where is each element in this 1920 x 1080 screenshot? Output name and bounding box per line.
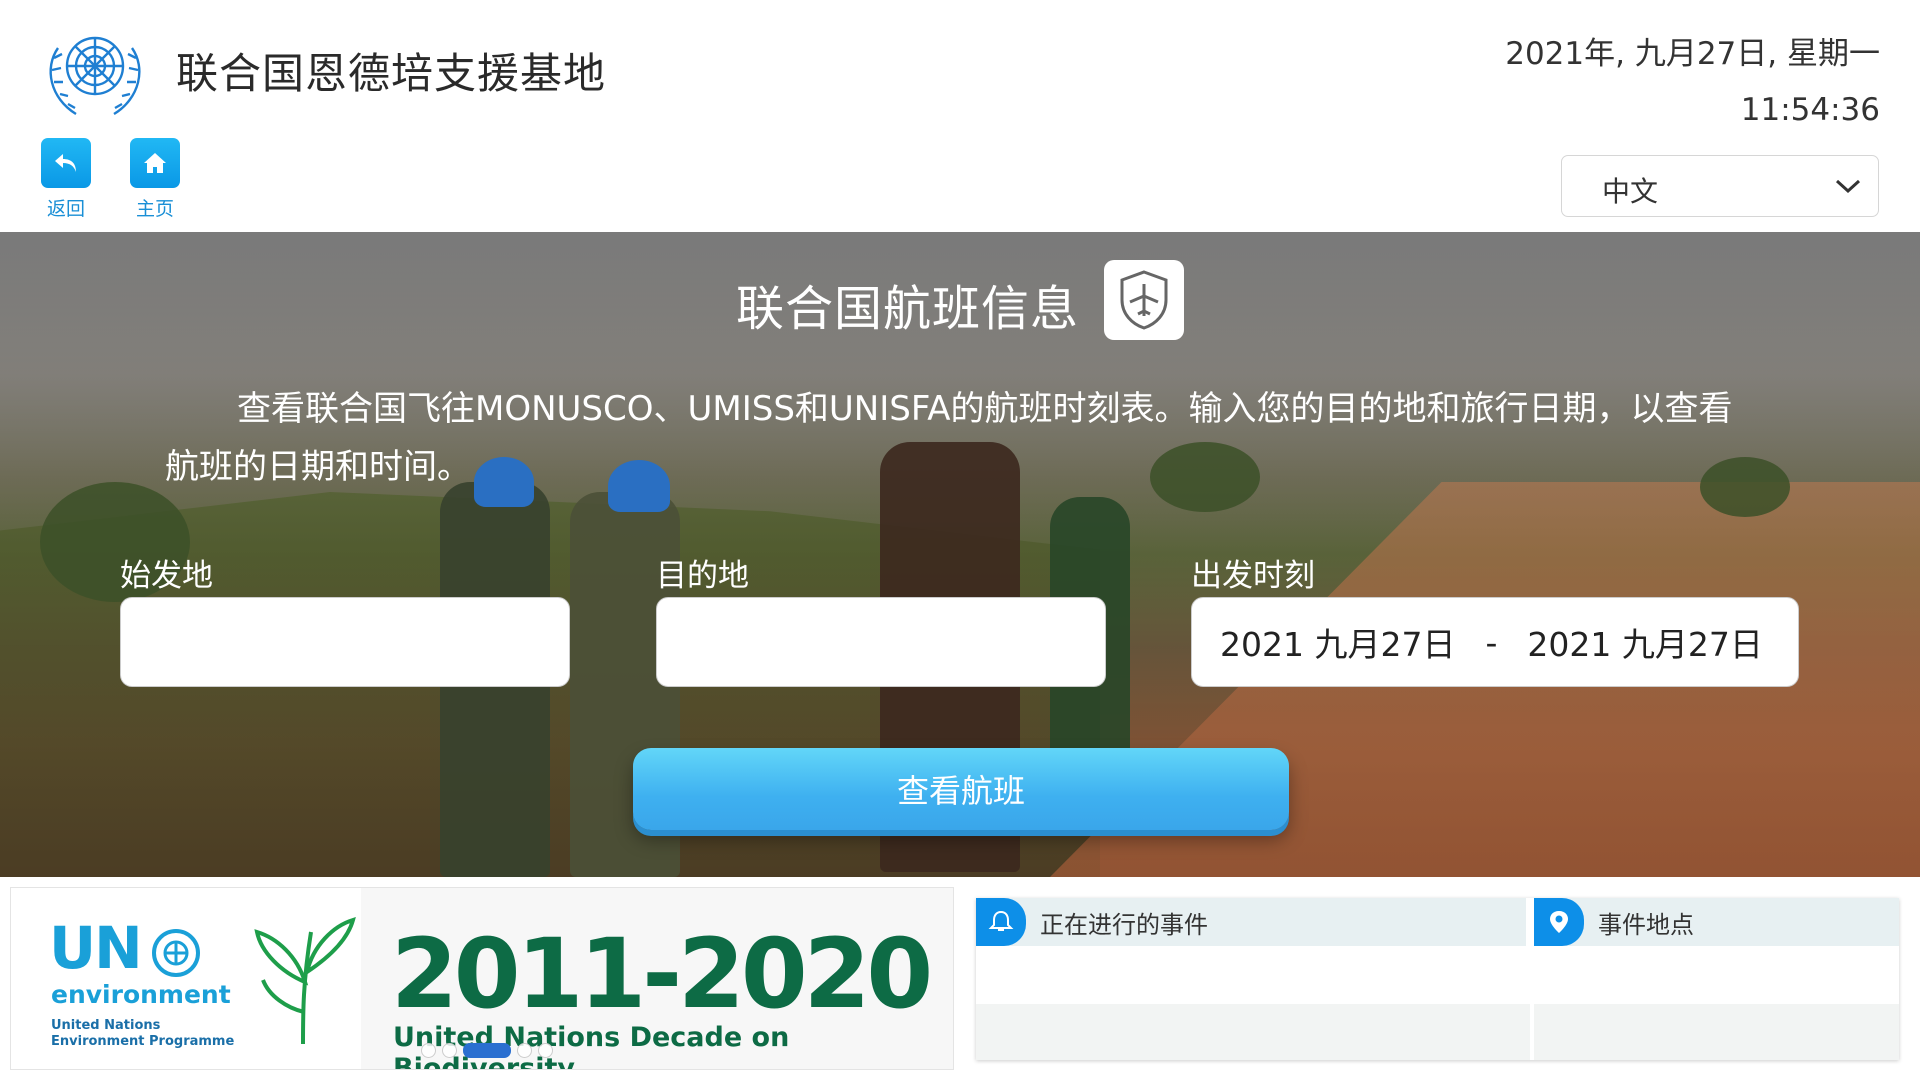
hero-description: 查看联合国飞往MONUSCO、UMISS和UNISFA的航班时刻表。输入您的目的… <box>165 389 1733 487</box>
events-panel: 正在进行的事件 事件地点 <box>976 898 1899 1060</box>
back-arrow-icon <box>55 154 76 172</box>
date-to[interactable]: 2021 九月27日 <box>1527 618 1762 666</box>
event-location-row[interactable] <box>1534 1004 1899 1060</box>
decade-years-text: 2011-2020 <box>391 918 933 1030</box>
carousel-dot-active[interactable] <box>463 1043 511 1058</box>
search-flights-button[interactable]: 查看航班 <box>633 748 1289 830</box>
departure-label: 出发时刻 <box>1191 558 1315 594</box>
biodiversity-banner[interactable]: UN environment United Nations Environmen… <box>10 887 954 1070</box>
site-title: 联合国恩德培支援基地 <box>176 49 607 98</box>
ongoing-events-header: 正在进行的事件 <box>976 898 1526 946</box>
event-location-label: 事件地点 <box>1598 910 1694 939</box>
unep-emblem-icon <box>152 929 200 977</box>
event-row[interactable] <box>976 1004 1530 1060</box>
bell-list-icon <box>988 910 1014 931</box>
origin-input[interactable] <box>121 598 569 686</box>
current-date: 2021年, 九月27日, 星期一 <box>1505 36 1880 72</box>
unep-subtitle-line1: United Nations <box>51 1018 161 1033</box>
chevron-down-icon <box>1835 179 1861 194</box>
hero-title: 联合国航班信息 <box>735 281 1079 337</box>
leaf-icon <box>254 917 356 1045</box>
unep-logo-text: UN <box>49 914 143 982</box>
back-button[interactable]: 返回 <box>36 138 96 221</box>
home-button[interactable]: 主页 <box>125 138 185 221</box>
un-emblem-icon <box>49 36 141 116</box>
date-from[interactable]: 2021 九月27日 <box>1220 618 1455 666</box>
language-select[interactable]: 中文 <box>1561 155 1879 217</box>
event-location-header: 事件地点 <box>1534 898 1899 946</box>
origin-field[interactable] <box>120 597 570 687</box>
ongoing-events-label: 正在进行的事件 <box>1040 910 1208 939</box>
home-label: 主页 <box>135 198 174 220</box>
flight-search-hero: 联合国航班信息 查看联合国飞往MONUSCO、UMISS和UNISFA的航班时刻… <box>0 232 1920 877</box>
unep-subtitle-line2: Environment Programme <box>51 1034 235 1049</box>
carousel-dot[interactable] <box>517 1043 532 1058</box>
carousel-dot[interactable] <box>421 1043 436 1058</box>
origin-label: 始发地 <box>120 558 213 594</box>
carousel-dot[interactable] <box>538 1043 553 1058</box>
current-time: 11:54:36 <box>1740 92 1880 128</box>
destination-input[interactable] <box>657 598 1105 686</box>
departure-date-range[interactable]: 2021 九月27日 - 2021 九月27日 <box>1191 597 1799 687</box>
location-pin-icon <box>1550 911 1568 933</box>
destination-label: 目的地 <box>656 558 749 594</box>
date-separator: - <box>1485 622 1498 662</box>
back-label: 返回 <box>46 198 85 220</box>
carousel-indicator <box>421 1043 553 1058</box>
top-header: 联合国恩德培支援基地 返回 主页 2021年, 九月27日, 星期一 11:54… <box>0 0 1920 232</box>
language-selected-value: 中文 <box>1602 175 1659 208</box>
plane-shield-icon <box>1104 260 1185 340</box>
unep-environment-text: environment <box>51 980 231 1009</box>
carousel-dot[interactable] <box>442 1043 457 1058</box>
destination-field[interactable] <box>656 597 1106 687</box>
home-icon <box>144 153 166 173</box>
